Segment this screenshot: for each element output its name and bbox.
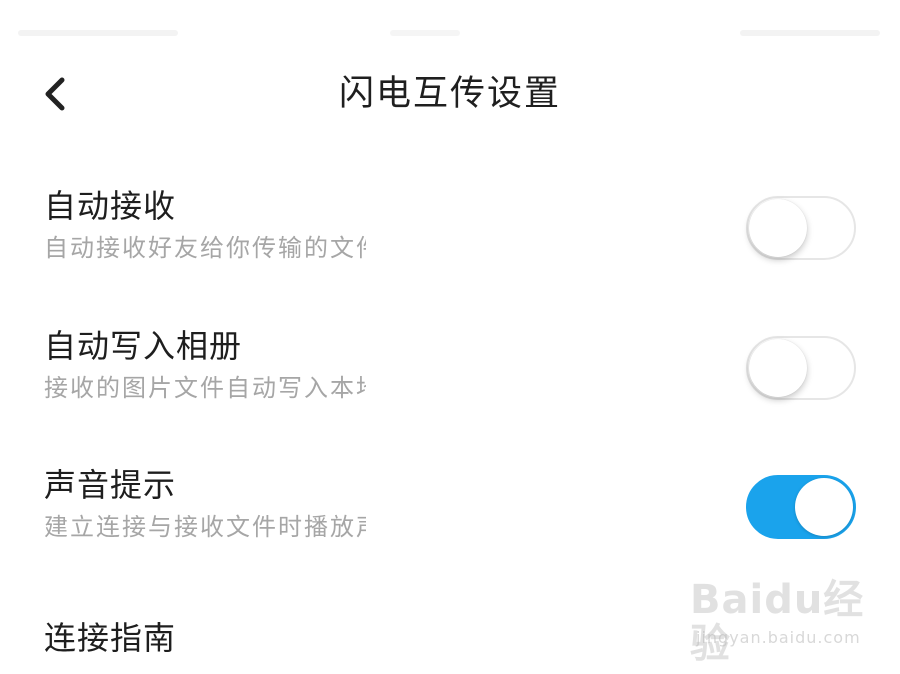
auto-receive-toggle[interactable] [746, 196, 856, 260]
setting-description: 建立连接与接收文件时播放声音 [44, 513, 366, 541]
setting-title: 自动写入相册 [44, 327, 243, 365]
setting-row-auto-save-album: 自动写入相册 接收的图片文件自动写入本地 [0, 324, 900, 424]
sound-alert-toggle[interactable] [746, 475, 856, 539]
settings-page: 闪电互传设置 自动接收 自动接收好友给你传输的文件 自动写入相册 接收的图片文件… [0, 0, 900, 674]
connection-guide-item[interactable]: 连接指南 [0, 616, 900, 666]
toggle-knob [749, 199, 807, 257]
toggle-knob [795, 478, 853, 536]
status-bar-left [18, 30, 178, 36]
setting-row-sound-alert: 声音提示 建立连接与接收文件时播放声音 [0, 463, 900, 563]
auto-save-album-toggle[interactable] [746, 336, 856, 400]
setting-row-auto-receive: 自动接收 自动接收好友给你传输的文件 [0, 184, 900, 284]
status-bar [0, 0, 900, 42]
status-bar-right [740, 30, 880, 36]
setting-title: 自动接收 [44, 187, 177, 225]
guide-title: 连接指南 [44, 619, 177, 657]
toggle-knob [749, 339, 807, 397]
header: 闪电互传设置 [0, 56, 900, 132]
page-title: 闪电互传设置 [338, 74, 561, 114]
setting-description: 接收的图片文件自动写入本地 [44, 374, 366, 402]
setting-title: 声音提示 [44, 466, 177, 504]
setting-description: 自动接收好友给你传输的文件 [44, 234, 366, 262]
status-bar-center [390, 30, 460, 36]
